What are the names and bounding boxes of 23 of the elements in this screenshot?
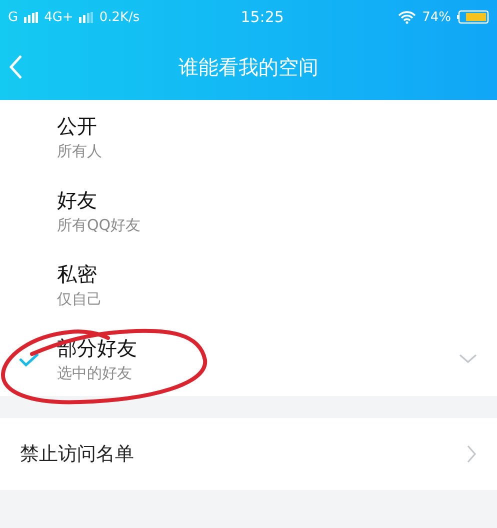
battery-percent: 74% xyxy=(422,10,451,24)
signal-icon xyxy=(24,12,38,22)
network-label: G xyxy=(8,10,18,24)
row-label: 禁止访问名单 xyxy=(20,442,134,467)
wifi-icon xyxy=(398,10,416,24)
clock-time: 15:25 xyxy=(240,8,285,26)
page-title: 谁能看我的空间 xyxy=(178,54,318,80)
back-icon[interactable] xyxy=(8,54,24,80)
network-speed: 0.2K/s xyxy=(99,10,140,24)
checkmark-icon xyxy=(18,352,40,368)
chevron-down-icon[interactable] xyxy=(459,354,477,364)
option-subtitle: 所有人 xyxy=(57,142,103,161)
option-title: 私密 xyxy=(57,261,98,288)
signal-icon xyxy=(79,12,94,22)
chevron-right-icon xyxy=(467,445,477,463)
battery-icon xyxy=(457,10,489,24)
blocked-list-row[interactable]: 禁止访问名单 xyxy=(0,418,497,490)
network-label: 4G+ xyxy=(44,10,74,24)
option-title: 好友 xyxy=(57,187,98,214)
option-subtitle: 选中的好友 xyxy=(57,364,133,383)
option-subtitle: 所有QQ好友 xyxy=(57,216,142,235)
option-subtitle: 仅自己 xyxy=(57,290,103,309)
option-title: 公开 xyxy=(57,113,98,140)
